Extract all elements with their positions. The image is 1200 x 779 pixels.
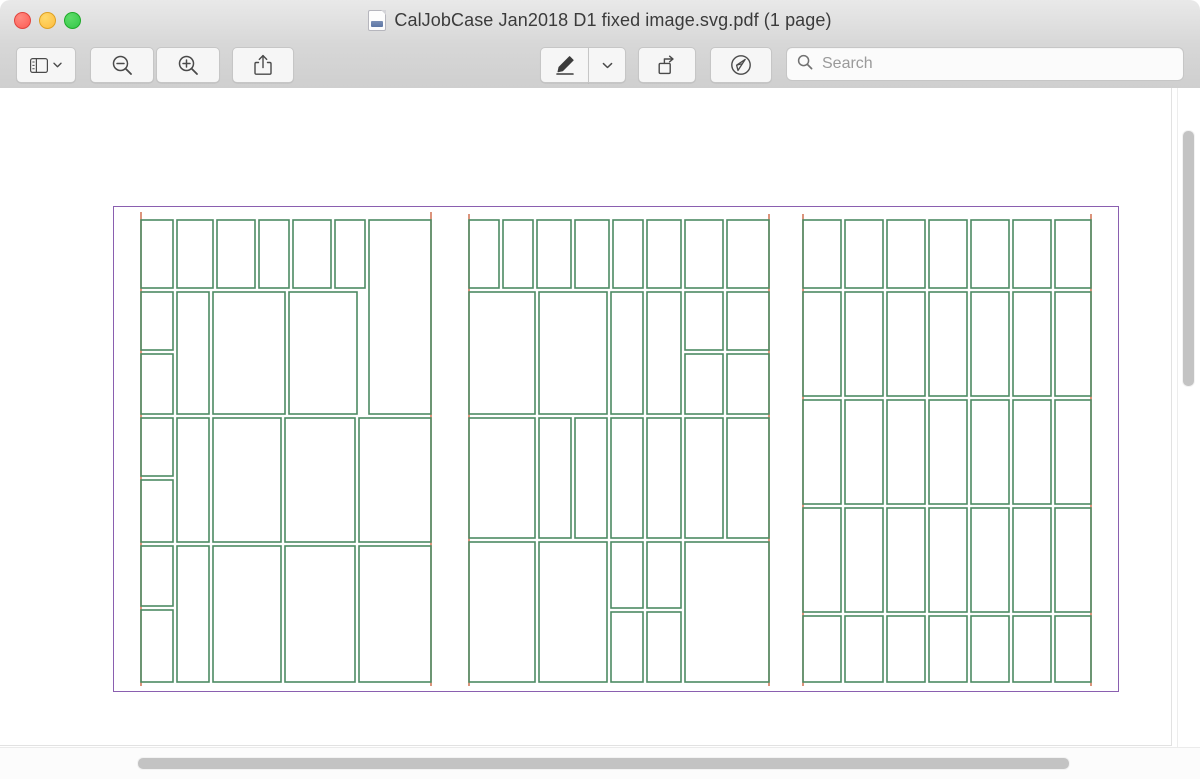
horizontal-scrollbar-thumb[interactable] [137, 757, 1070, 770]
chevron-down-icon [602, 62, 613, 69]
magnifier-minus-icon [111, 54, 133, 76]
highlight-options-menu-button[interactable] [588, 47, 626, 83]
preview-window: CalJobCase Jan2018 D1 fixed image.svg.pd… [0, 0, 1200, 779]
california-job-case-diagram [113, 206, 1119, 692]
zoom-in-button[interactable] [156, 47, 220, 83]
highlight-button[interactable] [540, 47, 589, 83]
show-markup-toolbar-button[interactable] [710, 47, 772, 83]
pdf-page [0, 88, 1172, 746]
highlighter-pen-icon [554, 54, 576, 76]
magnifier-icon [797, 54, 813, 75]
page-scroll-view[interactable] [0, 88, 1178, 748]
document-content-area [0, 88, 1200, 779]
main-toolbar: Search [0, 40, 1200, 89]
horizontal-scrollbar-track[interactable] [0, 747, 1200, 779]
zoom-out-button[interactable] [90, 47, 154, 83]
magnifier-plus-icon [177, 54, 199, 76]
rotate-left-button[interactable] [638, 47, 696, 83]
case-compartments-svg [140, 212, 1092, 686]
share-button[interactable] [232, 47, 294, 83]
sidebar-toggle-button[interactable] [16, 47, 76, 83]
rotate-left-icon [656, 54, 678, 76]
chevron-down-icon [53, 62, 62, 68]
search-field[interactable]: Search [786, 47, 1184, 81]
vertical-scrollbar-track[interactable] [1177, 88, 1200, 748]
pdf-document-icon [368, 9, 387, 31]
vertical-scrollbar-thumb[interactable] [1182, 130, 1195, 387]
sidebar-icon [30, 57, 48, 73]
right-section [802, 219, 1092, 683]
window-titlebar: CalJobCase Jan2018 D1 fixed image.svg.pd… [0, 0, 1200, 41]
middle-section [468, 219, 770, 683]
markup-pen-circle-icon [729, 53, 753, 77]
search-input[interactable]: Search [822, 55, 873, 73]
window-title: CalJobCase Jan2018 D1 fixed image.svg.pd… [394, 9, 832, 30]
left-section [140, 219, 432, 683]
share-arrow-up-icon [254, 54, 272, 76]
window-title-group: CalJobCase Jan2018 D1 fixed image.svg.pd… [0, 0, 1200, 40]
